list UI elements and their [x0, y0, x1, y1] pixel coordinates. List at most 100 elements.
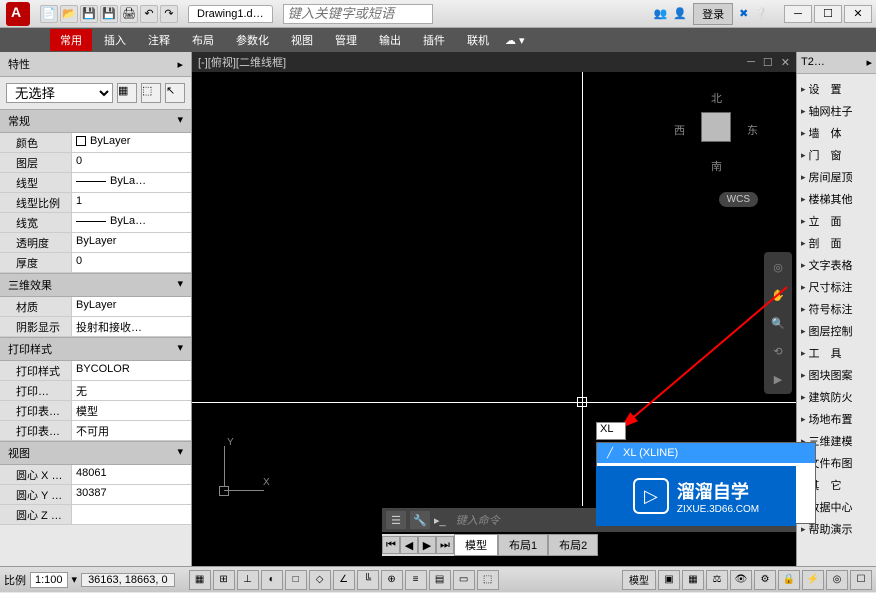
property-value[interactable]: BYCOLOR	[72, 361, 191, 380]
selection-dropdown[interactable]: 无选择	[6, 83, 113, 103]
property-value[interactable]: 0	[72, 153, 191, 172]
section-view[interactable]: 视图▾	[0, 441, 191, 465]
viewport-minimize-icon[interactable]: ─	[747, 56, 755, 69]
pan-icon[interactable]: ✋	[767, 284, 789, 306]
property-row[interactable]: 线型比例1	[0, 193, 191, 213]
property-value[interactable]: 不可用	[72, 421, 191, 440]
section-general[interactable]: 常规▾	[0, 109, 191, 133]
palette-category[interactable]: ▸剖 面	[797, 232, 876, 254]
scale-value[interactable]: 1:100	[30, 572, 68, 588]
sc-button[interactable]: ⬚	[477, 570, 499, 590]
property-row[interactable]: 打印样式BYCOLOR	[0, 361, 191, 381]
property-value[interactable]: 无	[72, 381, 191, 400]
qat-saveas[interactable]: 💾	[100, 5, 118, 23]
qat-undo[interactable]: ↶	[140, 5, 158, 23]
property-row[interactable]: 材质ByLayer	[0, 297, 191, 317]
viewport-maximize-icon[interactable]: ☐	[763, 56, 773, 69]
annotation-scale-button[interactable]: ⚖	[706, 570, 728, 590]
property-row[interactable]: 圆心 Y …30387	[0, 485, 191, 505]
qp-button[interactable]: ▭	[453, 570, 475, 590]
property-value[interactable]: 投射和接收…	[72, 317, 191, 336]
palette-category[interactable]: ▸设 置	[797, 78, 876, 100]
panel-collapse-icon[interactable]: ▸	[177, 58, 183, 71]
search-input[interactable]	[283, 4, 433, 24]
cmdline-customize-icon[interactable]: 🔧	[410, 511, 430, 529]
maximize-button[interactable]: ☐	[814, 5, 842, 23]
quickview-layouts-button[interactable]: ▣	[658, 570, 680, 590]
layout-nav-next[interactable]: ▶	[418, 536, 436, 554]
minimize-button[interactable]: ─	[784, 5, 812, 23]
property-value[interactable]: ByLayer	[72, 297, 191, 316]
command-prompt[interactable]: 键入命令	[450, 512, 506, 528]
property-value[interactable]	[72, 505, 191, 524]
property-row[interactable]: 线宽ByLa…	[0, 213, 191, 233]
select-objects-button[interactable]: ⬚	[141, 83, 161, 103]
wcs-badge[interactable]: WCS	[719, 192, 758, 207]
quickview-drawings-button[interactable]: ▦	[682, 570, 704, 590]
tpy-button[interactable]: ▤	[429, 570, 451, 590]
layout-tab-2[interactable]: 布局2	[548, 534, 598, 556]
property-row[interactable]: 阴影显示投射和接收…	[0, 317, 191, 337]
property-row[interactable]: 颜色ByLayer	[0, 133, 191, 153]
property-row[interactable]: 圆心 Z …	[0, 505, 191, 525]
palette-category[interactable]: ▸墙 体	[797, 122, 876, 144]
property-value[interactable]: ByLa…	[72, 213, 191, 232]
property-value[interactable]: ByLayer	[72, 233, 191, 252]
property-value[interactable]: 30387	[72, 485, 191, 504]
ribbon-tab-view[interactable]: 视图	[281, 29, 323, 51]
dynamic-input[interactable]: XL	[596, 422, 626, 440]
section-3d[interactable]: 三维效果▾	[0, 273, 191, 297]
viewport-close-icon[interactable]: ✕	[781, 56, 790, 69]
snap-mode-button[interactable]: ▦	[189, 570, 211, 590]
viewcube-west[interactable]: 西	[674, 122, 685, 138]
palette-category[interactable]: ▸工 具	[797, 342, 876, 364]
ribbon-tab-home[interactable]: 常用	[50, 29, 92, 51]
model-space-button[interactable]: 模型	[622, 570, 656, 590]
login-button[interactable]: 登录	[693, 3, 733, 25]
cmdline-menu-icon[interactable]: ☰	[386, 511, 406, 529]
showmotion-icon[interactable]: ▶	[767, 368, 789, 390]
property-row[interactable]: 圆心 X …48061	[0, 465, 191, 485]
people-icon[interactable]: 👥	[654, 7, 668, 20]
palette-category[interactable]: ▸轴网柱子	[797, 100, 876, 122]
palette-category[interactable]: ▸文字表格	[797, 254, 876, 276]
document-tab[interactable]: Drawing1.d…	[188, 5, 273, 23]
zoom-icon[interactable]: 🔍	[767, 312, 789, 334]
ribbon-tab-manage[interactable]: 管理	[325, 29, 367, 51]
annotation-visibility-button[interactable]: 👁	[730, 570, 752, 590]
property-row[interactable]: 打印表…模型	[0, 401, 191, 421]
property-value[interactable]: ByLa…	[72, 173, 191, 192]
property-row[interactable]: 图层0	[0, 153, 191, 173]
property-row[interactable]: 线型ByLa…	[0, 173, 191, 193]
palette-category[interactable]: ▸楼梯其他	[797, 188, 876, 210]
viewcube-south[interactable]: 南	[711, 158, 722, 174]
exchange-icon[interactable]: ✖	[739, 7, 748, 20]
pickadd-button[interactable]: ↖	[165, 83, 185, 103]
palette-category[interactable]: ▸图块图案	[797, 364, 876, 386]
drawing-canvas[interactable]: [-][俯视][二维线框] ─ ☐ ✕ 北 西 东 南 WCS ◎ ✋ 🔍 ⟲ …	[192, 52, 796, 566]
property-row[interactable]: 厚度0	[0, 253, 191, 273]
steering-wheel-icon[interactable]: ◎	[767, 256, 789, 278]
layout-nav-last[interactable]: ⏭	[436, 536, 454, 554]
ribbon-tab-parametric[interactable]: 参数化	[226, 29, 279, 51]
property-row[interactable]: 透明度ByLayer	[0, 233, 191, 253]
property-value[interactable]: 48061	[72, 465, 191, 484]
3dosnap-button[interactable]: ◇	[309, 570, 331, 590]
ribbon-cloud-icon[interactable]: ☁ ▾	[505, 34, 525, 47]
scale-dropdown-icon[interactable]: ▾	[72, 573, 78, 586]
ribbon-tab-output[interactable]: 输出	[369, 29, 411, 51]
ribbon-tab-online[interactable]: 联机	[457, 29, 499, 51]
layout-tab-1[interactable]: 布局1	[498, 534, 548, 556]
autocomplete-item[interactable]: ╱XL (XLINE)	[597, 443, 815, 463]
property-row[interactable]: 打印表…不可用	[0, 421, 191, 441]
isolate-button[interactable]: ◎	[826, 570, 848, 590]
palette-category[interactable]: ▸建筑防火	[797, 386, 876, 408]
property-value[interactable]: 0	[72, 253, 191, 272]
right-panel-header[interactable]: T2…▸	[797, 52, 876, 74]
osnap-button[interactable]: □	[285, 570, 307, 590]
properties-header[interactable]: 特性 ▸	[0, 52, 191, 77]
polar-button[interactable]: ◐	[261, 570, 283, 590]
palette-category[interactable]: ▸门 窗	[797, 144, 876, 166]
ribbon-tab-plugins[interactable]: 插件	[413, 29, 455, 51]
otrack-button[interactable]: ∠	[333, 570, 355, 590]
